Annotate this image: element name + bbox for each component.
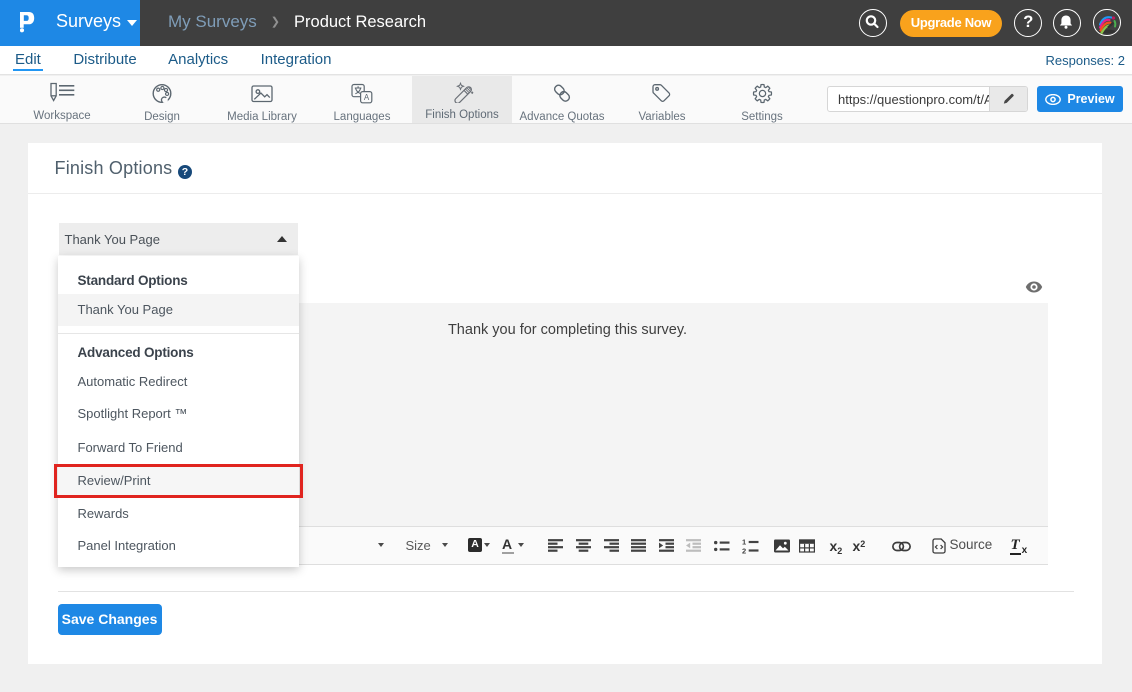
svg-text:A: A bbox=[364, 93, 370, 102]
svg-text:1: 1 bbox=[742, 538, 746, 547]
svg-text:2: 2 bbox=[742, 546, 746, 554]
